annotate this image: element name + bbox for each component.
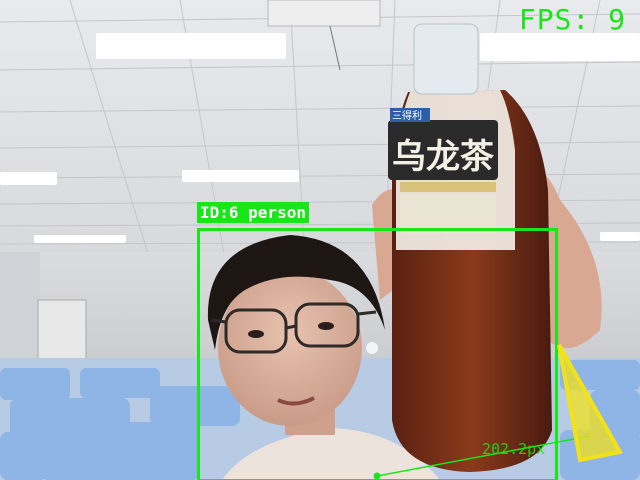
pointer-triangle [557,344,624,463]
anchor-point [373,472,381,480]
distance-readout: 202.2px [482,440,546,458]
tracking-overlay [373,344,624,480]
camera-frame: 乌龙茶 三得利 ID:6 person 202.2px FPS: 9 [0,0,640,480]
fps-counter: FPS: 9 [518,3,626,36]
